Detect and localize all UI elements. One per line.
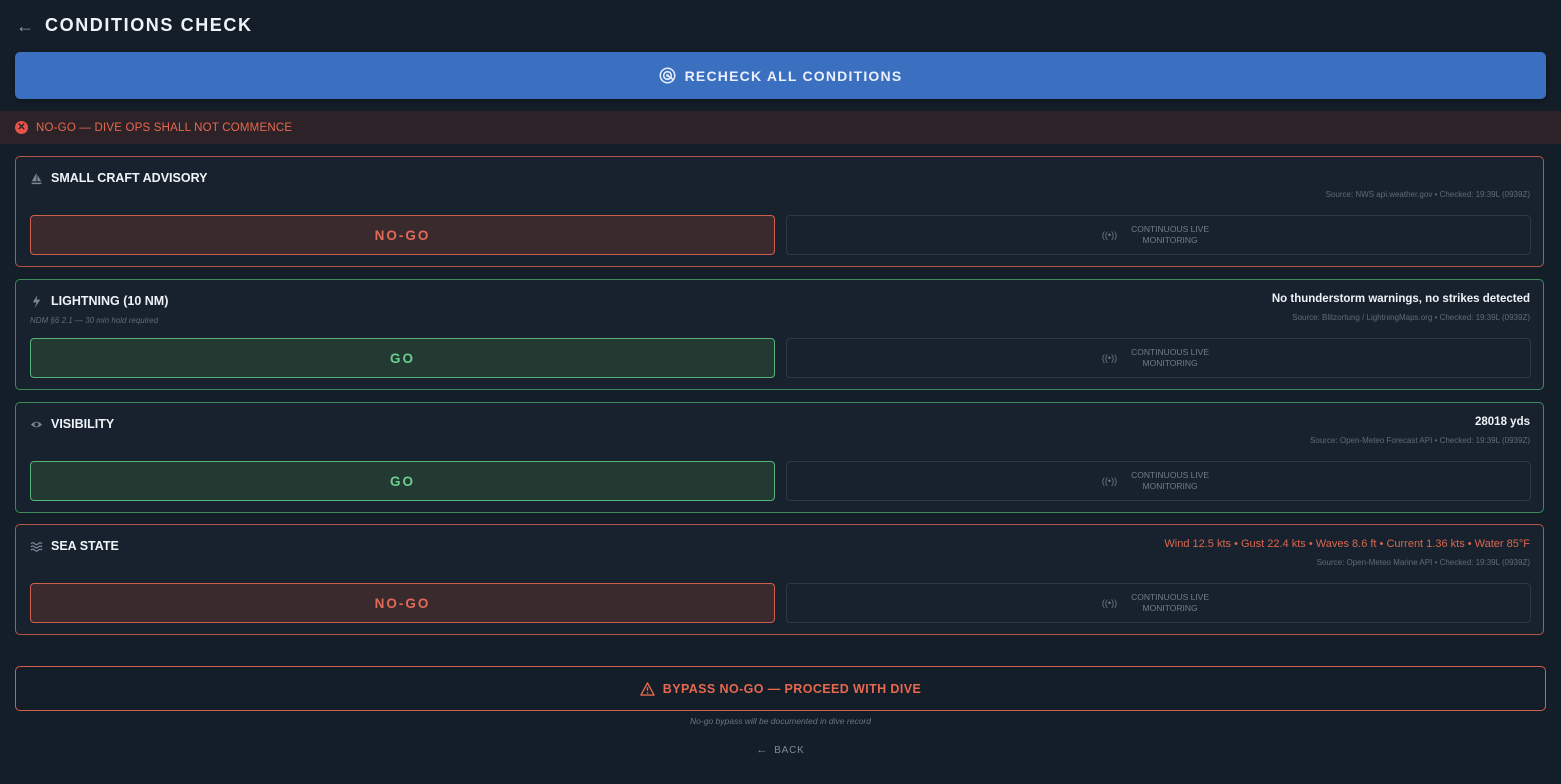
sailboat-icon	[30, 172, 43, 185]
continuous-monitoring-button[interactable]: ((•)) CONTINUOUS LIVE MONITORING	[786, 583, 1531, 623]
bypass-nogo-button[interactable]: BYPASS NO-GO — PROCEED WITH DIVE	[15, 666, 1546, 711]
condition-name: LIGHTNING (10 NM)	[51, 294, 169, 308]
bolt-icon	[30, 295, 43, 308]
recheck-all-label: RECHECK ALL CONDITIONS	[684, 67, 903, 84]
condition-source: Source: Open-Meteo Marine API • Checked:…	[1316, 558, 1530, 567]
condition-source: Source: Open-Meteo Forecast API • Checke…	[1310, 436, 1530, 445]
warning-triangle-icon	[640, 681, 655, 696]
continuous-monitoring-button[interactable]: ((•)) CONTINUOUS LIVE MONITORING	[786, 215, 1531, 255]
broadcast-icon: ((•))	[1101, 476, 1118, 486]
condition-name: VISIBILITY	[51, 417, 115, 431]
back-button[interactable]: ← BACK	[0, 744, 1561, 756]
condition-reading: Wind 12.5 kts • Gust 22.4 kts • Waves 8.…	[1164, 538, 1530, 550]
broadcast-icon: ((•))	[1101, 353, 1118, 363]
monitoring-label: CONTINUOUS LIVE MONITORING	[1131, 224, 1210, 245]
monitoring-label: CONTINUOUS LIVE MONITORING	[1131, 592, 1210, 613]
status-go-button[interactable]: GO	[30, 461, 775, 501]
recheck-all-button[interactable]: RECHECK ALL CONDITIONS	[15, 52, 1546, 99]
condition-card-visibility: VISIBILITY 28018 yds Source: Open-Meteo …	[15, 402, 1544, 513]
broadcast-icon: ((•))	[1101, 230, 1118, 240]
condition-reading: No thunderstorm warnings, no strikes det…	[1271, 293, 1530, 305]
waves-icon	[30, 540, 43, 553]
radar-icon	[659, 67, 676, 84]
condition-source: Source: NWS api.weather.gov • Checked: 1…	[1325, 190, 1530, 199]
condition-card-small-craft-advisory: SMALL CRAFT ADVISORY Source: NWS api.wea…	[15, 156, 1544, 267]
status-nogo-button[interactable]: NO-GO	[30, 583, 775, 623]
condition-card-sea-state: SEA STATE Wind 12.5 kts • Gust 22.4 kts …	[15, 524, 1544, 635]
header: ← CONDITIONS CHECK	[0, 0, 1561, 52]
status-banner-text: NO-GO — DIVE OPS SHALL NOT COMMENCE	[36, 121, 293, 134]
monitoring-label: CONTINUOUS LIVE MONITORING	[1131, 470, 1210, 491]
status-go-button[interactable]: GO	[30, 338, 775, 378]
eye-icon	[30, 418, 43, 431]
condition-card-lightning: LIGHTNING (10 NM) NDM §6 2.1 — 30 min ho…	[15, 279, 1544, 390]
status-banner: ✕ NO-GO — DIVE OPS SHALL NOT COMMENCE	[0, 111, 1561, 144]
continuous-monitoring-button[interactable]: ((•)) CONTINUOUS LIVE MONITORING	[786, 338, 1531, 378]
status-nogo-button[interactable]: NO-GO	[30, 215, 775, 255]
continuous-monitoring-button[interactable]: ((•)) CONTINUOUS LIVE MONITORING	[786, 461, 1531, 501]
broadcast-icon: ((•))	[1101, 598, 1118, 608]
bypass-label: BYPASS NO-GO — PROCEED WITH DIVE	[662, 681, 922, 696]
condition-subtitle: NDM §6 2.1 — 30 min hold required	[30, 316, 159, 325]
bypass-note: No-go bypass will be documented in dive …	[690, 716, 871, 726]
condition-reading: 28018 yds	[1475, 416, 1530, 428]
x-circle-icon: ✕	[15, 121, 28, 134]
back-label: BACK	[774, 745, 805, 756]
arrow-left-icon: ←	[756, 744, 769, 756]
condition-source: Source: Blitzortung / LightningMaps.org …	[1292, 313, 1530, 322]
arrow-left-icon[interactable]: ←	[16, 17, 34, 35]
page-title: CONDITIONS CHECK	[45, 15, 253, 35]
condition-name: SEA STATE	[51, 539, 119, 553]
monitoring-label: CONTINUOUS LIVE MONITORING	[1131, 347, 1210, 368]
condition-name: SMALL CRAFT ADVISORY	[51, 171, 208, 185]
